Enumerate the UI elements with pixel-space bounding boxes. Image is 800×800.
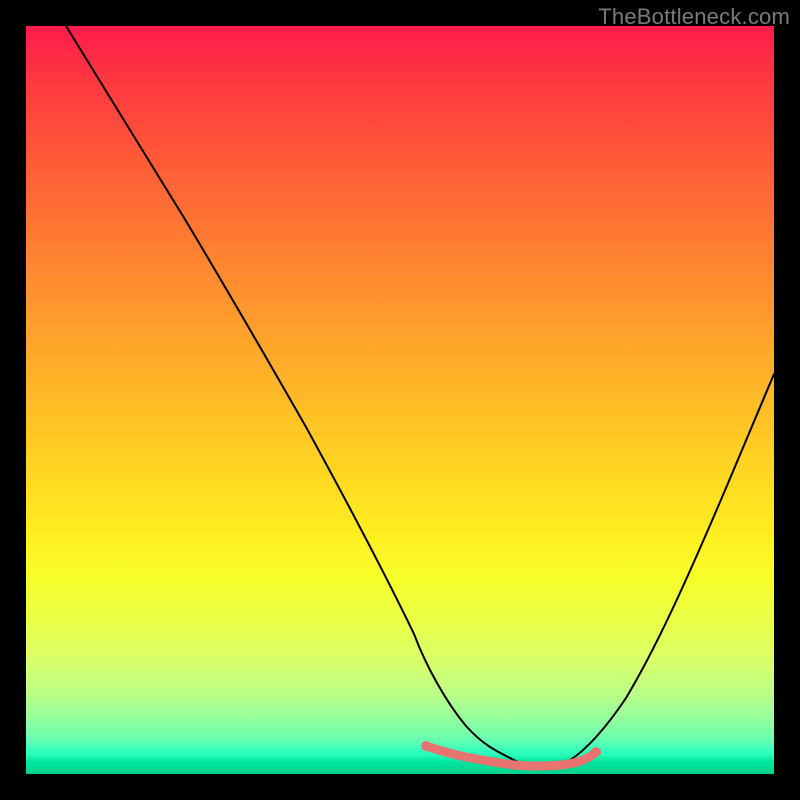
chart-frame: TheBottleneck.com	[0, 0, 800, 800]
trough-dot-left	[421, 741, 431, 751]
plot-area	[26, 26, 774, 774]
watermark-text: TheBottleneck.com	[598, 4, 790, 30]
trough-highlight	[426, 746, 596, 766]
curve-layer	[26, 26, 774, 774]
trough-dot-right	[591, 747, 601, 757]
bottleneck-curve	[66, 26, 774, 766]
